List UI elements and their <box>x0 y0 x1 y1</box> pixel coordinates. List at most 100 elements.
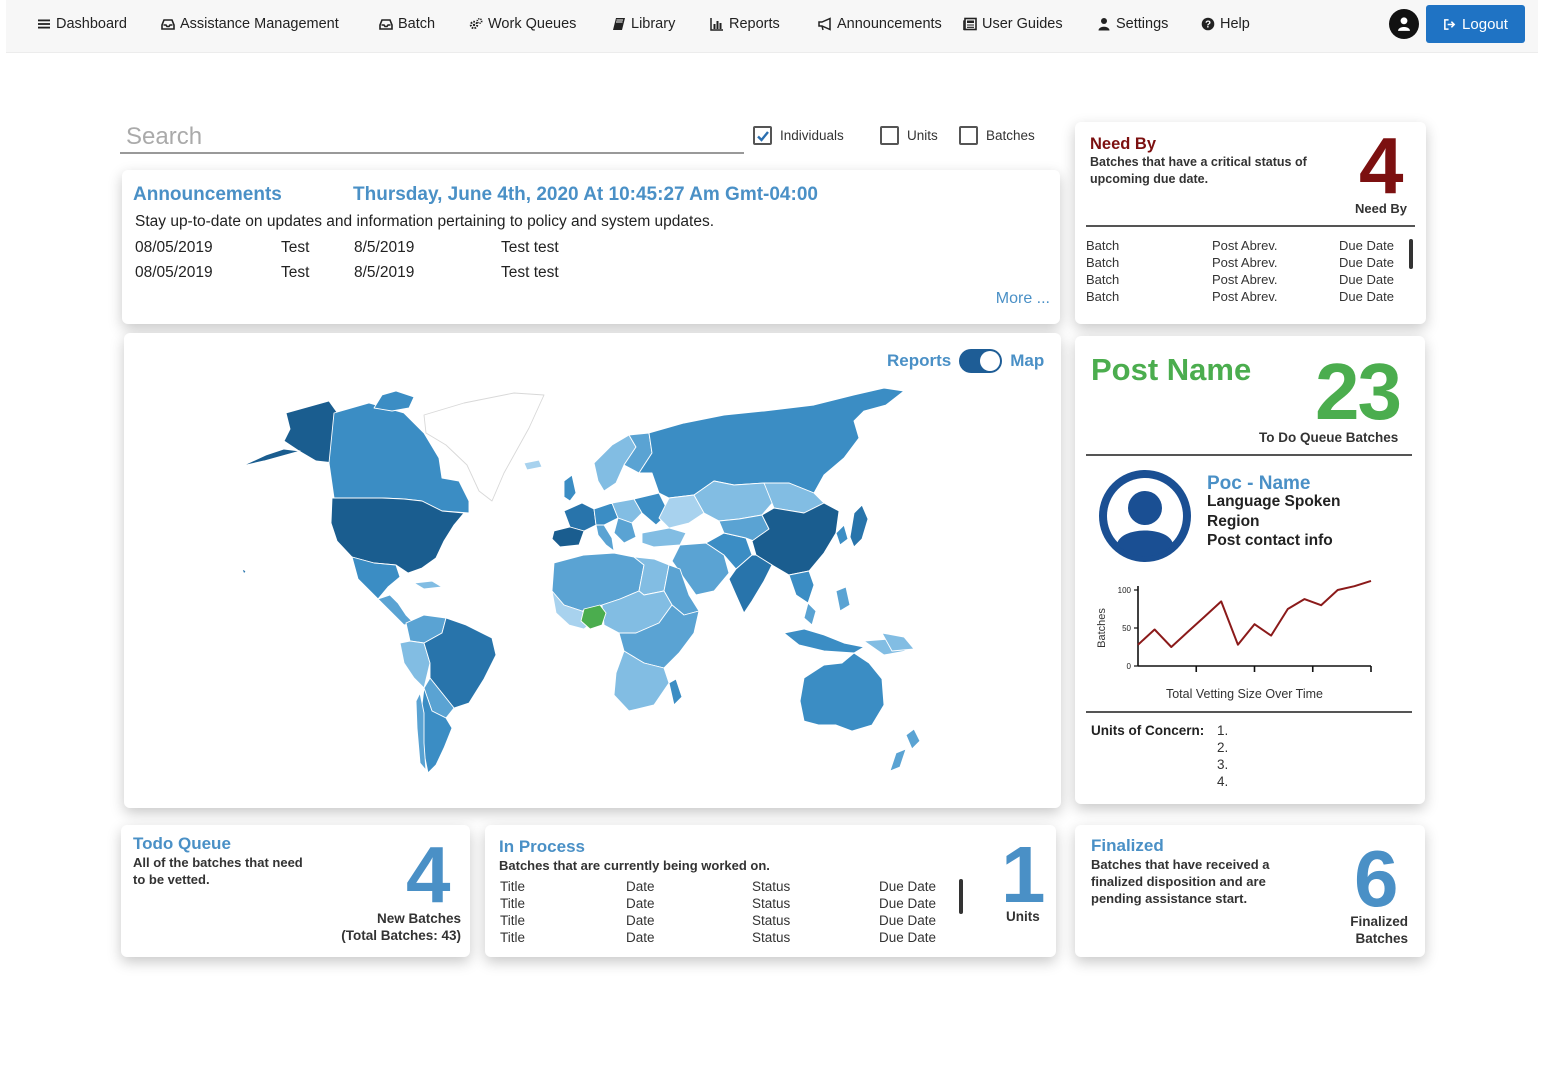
units-of-concern-item: 2. <box>1217 740 1229 755</box>
due-date-cell: Due Date <box>879 913 937 928</box>
checkbox-label: Individuals <box>780 128 844 143</box>
due-date-cell: Due Date <box>879 930 937 945</box>
total-batches-label: (Total Batches: 43) <box>341 928 461 943</box>
checkbox-box[interactable] <box>880 126 899 145</box>
need-by-count: 4 <box>1359 121 1404 210</box>
nav-announcements[interactable]: Announcements <box>818 16 942 32</box>
filter-individuals-checkbox[interactable]: Individuals <box>753 126 844 145</box>
announcements-card: Announcements Thursday, June 4th, 2020 A… <box>122 170 1060 324</box>
user-avatar-button[interactable] <box>1389 9 1419 39</box>
country-region <box>241 568 247 575</box>
post-todo-count: 23 <box>1315 347 1402 436</box>
checkmark-icon <box>756 130 769 142</box>
due-date-cell: Due Date <box>1339 255 1394 270</box>
world-map-card: Reports Map <box>124 333 1061 808</box>
due-date-cell: Due Date <box>1339 272 1394 287</box>
svg-text:?: ? <box>1205 20 1211 31</box>
country-region <box>641 527 687 548</box>
in-process-card: In Process Batches that are currently be… <box>485 825 1056 957</box>
world-map <box>241 387 921 776</box>
date-cell: Date <box>626 930 655 945</box>
nav-library[interactable]: Library <box>612 16 675 32</box>
batch-cell: Batch <box>1086 289 1120 304</box>
country-region <box>377 594 415 626</box>
todo-queue-card[interactable]: Todo Queue All of the batches that need … <box>121 825 470 957</box>
in-process-scrollbar[interactable] <box>959 879 963 914</box>
country-region <box>373 390 415 412</box>
post-name: Post Name <box>1091 352 1252 387</box>
post-count-label: To Do Queue Batches <box>1259 430 1399 445</box>
country-region <box>638 387 905 499</box>
announcement-effective-date: 8/5/2019 <box>354 264 415 281</box>
announcement-date: 08/05/2019 <box>135 239 213 256</box>
country-region <box>523 459 543 471</box>
divider <box>1086 454 1412 456</box>
batch-cell: Batch <box>1086 238 1120 253</box>
date-cell: Date <box>626 879 655 894</box>
nav-user-guides[interactable]: User Guides <box>963 16 1063 32</box>
need-by-title: Need By <box>1090 135 1157 153</box>
bullhorn-icon <box>818 17 831 31</box>
nav-dashboard[interactable]: Dashboard <box>37 16 127 32</box>
need-by-scrollbar[interactable] <box>1409 239 1413 269</box>
checkbox-box[interactable] <box>753 126 772 145</box>
divider <box>1086 711 1412 713</box>
checkbox-box[interactable] <box>959 126 978 145</box>
batch-cell: Batch <box>1086 272 1120 287</box>
search-input[interactable] <box>120 118 744 154</box>
hamburger-icon <box>38 19 50 29</box>
filter-batches-checkbox[interactable]: Batches <box>959 126 1035 145</box>
nav-label: Library <box>631 16 676 32</box>
announcement-text: Test test <box>501 264 559 281</box>
post-abrev-cell: Post Abrev. <box>1212 255 1278 270</box>
nav-work-queues[interactable]: Work Queues <box>469 16 576 32</box>
series-line <box>1137 579 1372 648</box>
country-region <box>849 504 869 548</box>
user-icon <box>1398 17 1410 31</box>
due-date-cell: Due Date <box>1339 289 1394 304</box>
y-tick-label: 0 <box>1127 662 1132 671</box>
units-of-concern-item: 4. <box>1217 774 1229 789</box>
in-process-count-label: Units <box>1006 909 1040 924</box>
status-cell: Status <box>752 930 791 945</box>
nav-reports[interactable]: Reports <box>710 16 780 32</box>
status-cell: Status <box>752 879 791 894</box>
announcement-effective-date: 8/5/2019 <box>354 239 415 256</box>
filter-units-checkbox[interactable]: Units <box>880 126 938 145</box>
announcements-title: Announcements <box>133 184 282 205</box>
title-cell: Title <box>500 879 526 894</box>
nav-label: Reports <box>729 16 780 32</box>
announcements-more-link[interactable]: More ... <box>996 290 1050 308</box>
todo-queue-description: All of the batches that need to be vette… <box>133 855 303 887</box>
nav-label: Assistance Management <box>180 16 339 32</box>
poc-avatar-icon <box>1099 470 1191 562</box>
title-cell: Title <box>500 896 526 911</box>
country-region <box>668 678 683 706</box>
nav-settings[interactable]: Settings <box>1097 16 1168 32</box>
finalized-count-label: Finalized Batches <box>1350 913 1408 947</box>
nav-label: User Guides <box>982 16 1063 32</box>
nav-help[interactable]: ? Help <box>1201 16 1250 32</box>
nav-label: Batch <box>398 16 436 32</box>
post-abrev-cell: Post Abrev. <box>1212 238 1278 253</box>
nav-assistance-management[interactable]: Assistance Management <box>161 16 339 32</box>
announcement-title: Test <box>281 264 310 281</box>
sign-out-icon <box>1444 18 1456 30</box>
country-region <box>835 586 851 612</box>
country-region <box>799 652 885 732</box>
nav-label: Dashboard <box>56 16 127 32</box>
finalized-card[interactable]: Finalized Batches that have received a f… <box>1075 825 1425 957</box>
checkbox-label: Batches <box>986 128 1035 143</box>
vetting-size-line-chart: 0 50 100 Batches Total Vetting Size Over Tim… <box>1096 579 1372 701</box>
country-region <box>563 474 577 502</box>
due-date-cell: Due Date <box>879 896 937 911</box>
logout-button[interactable]: Logout <box>1426 5 1525 43</box>
nav-label: Settings <box>1116 16 1169 32</box>
due-date-cell: Due Date <box>879 879 937 894</box>
announcements-description: Stay up-to-date on updates and informati… <box>135 213 715 230</box>
country-region <box>889 748 907 772</box>
x-axis-label: Total Vetting Size Over Time <box>1166 687 1323 701</box>
newspaper-icon <box>963 17 977 31</box>
nav-batch[interactable]: Batch <box>379 16 435 32</box>
announcements-datetime: Thursday, June 4th, 2020 At 10:45:27 Am … <box>353 184 818 205</box>
